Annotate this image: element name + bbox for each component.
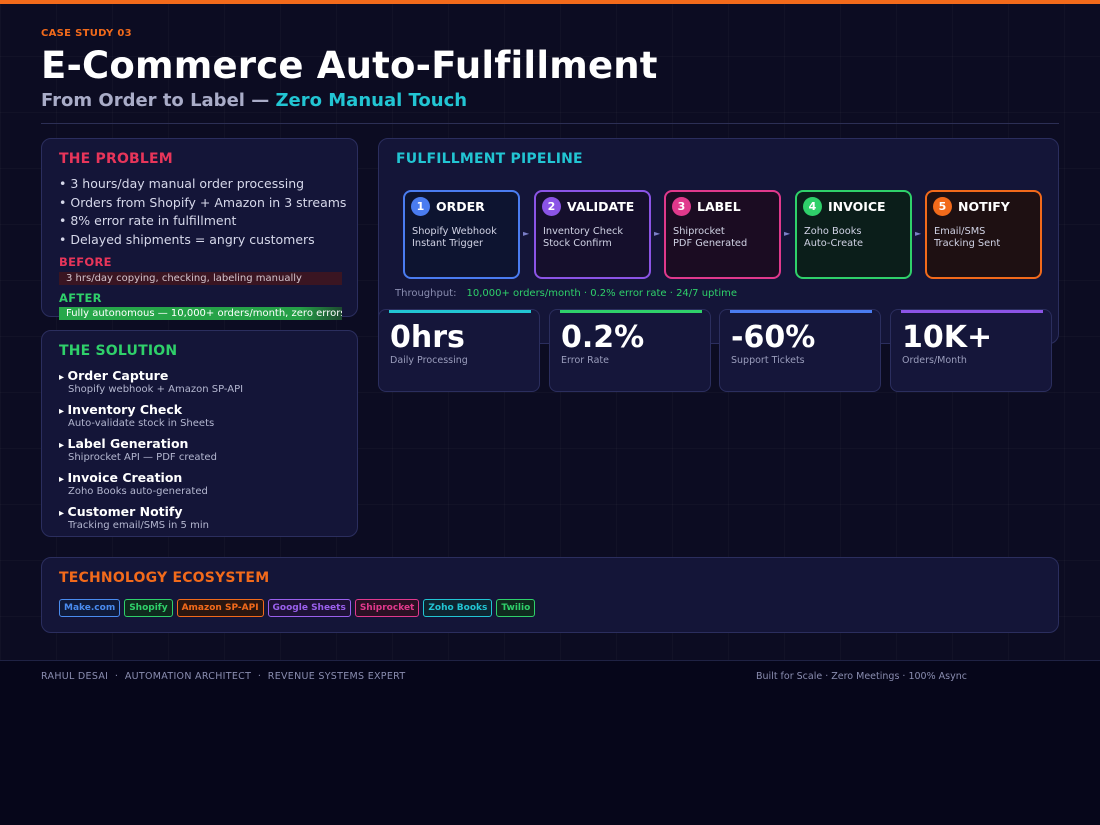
footer-credits: RAHUL DESAI · AUTOMATION ARCHITECT · REV… bbox=[41, 671, 406, 682]
tech-tag-twilio: Twilio bbox=[496, 599, 536, 617]
stage-name: ORDER bbox=[436, 199, 485, 214]
metric-accent-bar bbox=[901, 310, 1043, 313]
metric-accent-bar bbox=[389, 310, 531, 313]
solution-step-desc: Tracking email/SMS in 5 min bbox=[68, 520, 209, 531]
header-divider bbox=[41, 123, 1059, 124]
stage-desc-line: Auto-Create bbox=[804, 238, 864, 249]
metric-card-daily-processing: 0hrs Daily Processing bbox=[378, 309, 540, 392]
pipeline-stage-invoice: 4 INVOICE Zoho Books Auto-Create bbox=[795, 190, 912, 279]
pipeline-stage-notify: 5 NOTIFY Email/SMS Tracking Sent bbox=[925, 190, 1042, 279]
solution-step-title: Inventory Check bbox=[59, 402, 243, 417]
metric-value: 0hrs bbox=[390, 320, 465, 355]
solution-step-title: Customer Notify bbox=[59, 504, 243, 519]
problem-item: Orders from Shopify + Amazon in 3 stream… bbox=[59, 194, 346, 213]
solution-step: Label Generation Shiprocket API — PDF cr… bbox=[59, 436, 243, 463]
tech-tag-google-sheets: Google Sheets bbox=[267, 599, 351, 617]
metric-label: Daily Processing bbox=[390, 355, 468, 366]
tech-tag-make: Make.com bbox=[59, 599, 121, 617]
arrow-right-icon: ► bbox=[523, 229, 530, 238]
solution-step-desc: Auto-validate stock in Sheets bbox=[68, 418, 215, 429]
problem-item: 3 hours/day manual order processing bbox=[59, 175, 346, 194]
pipeline-stage-order: 1 ORDER Shopify Webhook Instant Trigger bbox=[403, 190, 520, 279]
metric-value: -60% bbox=[731, 320, 816, 355]
metric-value: 0.2% bbox=[561, 320, 645, 355]
stage-number-badge: 1 bbox=[411, 197, 430, 216]
solution-step: Inventory Check Auto-validate stock in S… bbox=[59, 402, 243, 429]
ecosystem-card: TECHNOLOGY ECOSYSTEM Make.com Shopify Am… bbox=[41, 557, 1059, 633]
pipeline-stage-validate: 2 VALIDATE Inventory Check Stock Confirm bbox=[534, 190, 651, 279]
metric-value: 10K+ bbox=[902, 320, 993, 355]
tech-tag-amazon: Amazon SP-API bbox=[176, 599, 264, 617]
metric-accent-bar bbox=[560, 310, 702, 313]
metric-card-support-tickets: -60% Support Tickets bbox=[719, 309, 881, 392]
stage-name: INVOICE bbox=[828, 199, 886, 214]
metric-card-error-rate: 0.2% Error Rate bbox=[549, 309, 711, 392]
stage-desc-line: Stock Confirm bbox=[543, 238, 612, 249]
stage-desc-line: Tracking Sent bbox=[934, 238, 1001, 249]
stage-number-badge: 5 bbox=[933, 197, 952, 216]
solution-title: THE SOLUTION bbox=[59, 343, 178, 359]
metric-card-orders-month: 10K+ Orders/Month bbox=[890, 309, 1052, 392]
tech-tag-zoho: Zoho Books bbox=[423, 599, 493, 617]
problem-item: 8% error rate in fulfillment bbox=[59, 212, 346, 231]
pipeline-title: FULFILLMENT PIPELINE bbox=[396, 151, 583, 167]
pipeline-stage-label: 3 LABEL Shiprocket PDF Generated bbox=[664, 190, 781, 279]
solution-steps: Order Capture Shopify webhook + Amazon S… bbox=[59, 368, 244, 538]
stage-desc-line: Shopify Webhook bbox=[412, 226, 497, 237]
tech-tag-shiprocket: Shiprocket bbox=[354, 599, 420, 617]
stage-name: VALIDATE bbox=[567, 199, 635, 214]
stage-number-badge: 2 bbox=[542, 197, 561, 216]
metric-label: Support Tickets bbox=[731, 355, 805, 366]
before-label: BEFORE bbox=[59, 255, 112, 269]
top-accent-bar bbox=[0, 0, 1100, 4]
throughput-label: Throughput: bbox=[395, 288, 457, 299]
stage-desc-line: Email/SMS bbox=[934, 226, 986, 237]
stage-desc-line: Instant Trigger bbox=[412, 238, 483, 249]
metric-label: Orders/Month bbox=[902, 355, 967, 366]
before-bar: 3 hrs/day copying, checking, labeling ma… bbox=[59, 272, 342, 285]
stage-desc-line: PDF Generated bbox=[673, 238, 748, 249]
page-title: E-Commerce Auto-Fulfillment bbox=[41, 44, 658, 87]
throughput-line: Throughput: 10,000+ orders/month · 0.2% e… bbox=[395, 288, 737, 299]
after-label: AFTER bbox=[59, 291, 102, 305]
page-subtitle: From Order to Label — Zero Manual Touch bbox=[41, 90, 467, 111]
arrow-right-icon: ► bbox=[784, 229, 791, 238]
eyebrow-label: CASE STUDY 03 bbox=[41, 28, 132, 39]
problem-card: THE PROBLEM 3 hours/day manual order pro… bbox=[41, 138, 358, 320]
tech-tag-list: Make.com Shopify Amazon SP-API Google Sh… bbox=[59, 599, 539, 617]
solution-step-desc: Zoho Books auto-generated bbox=[68, 486, 208, 497]
stage-number-badge: 3 bbox=[672, 197, 691, 216]
metric-label: Error Rate bbox=[561, 355, 609, 366]
solution-step-title: Label Generation bbox=[59, 436, 243, 451]
solution-step-desc: Shiprocket API — PDF created bbox=[68, 452, 217, 463]
after-bar: Fully autonomous — 10,000+ orders/month,… bbox=[59, 307, 342, 320]
throughput-value: 10,000+ orders/month · 0.2% error rate ·… bbox=[466, 288, 737, 299]
footer-zone bbox=[0, 660, 1100, 825]
subtitle-highlight: Zero Manual Touch bbox=[275, 90, 468, 111]
solution-card: THE SOLUTION Order Capture Shopify webho… bbox=[41, 330, 358, 537]
stage-name: LABEL bbox=[697, 199, 741, 214]
stage-name: NOTIFY bbox=[958, 199, 1010, 214]
solution-step-desc: Shopify webhook + Amazon SP-API bbox=[68, 384, 244, 395]
solution-step: Order Capture Shopify webhook + Amazon S… bbox=[59, 368, 244, 395]
ecosystem-title: TECHNOLOGY ECOSYSTEM bbox=[59, 570, 270, 586]
solution-step-title: Invoice Creation bbox=[59, 470, 243, 485]
footer-tagline: Built for Scale · Zero Meetings · 100% A… bbox=[756, 671, 967, 682]
subtitle-prefix: From Order to Label — bbox=[41, 90, 276, 111]
solution-step: Invoice Creation Zoho Books auto-generat… bbox=[59, 470, 243, 497]
problem-list: 3 hours/day manual order processing Orde… bbox=[59, 175, 346, 250]
arrow-right-icon: ► bbox=[654, 229, 661, 238]
stage-desc-line: Zoho Books bbox=[804, 226, 862, 237]
stage-desc-line: Inventory Check bbox=[543, 226, 624, 237]
tech-tag-shopify: Shopify bbox=[124, 599, 173, 617]
problem-title: THE PROBLEM bbox=[59, 151, 173, 167]
problem-item: Delayed shipments = angry customers bbox=[59, 231, 346, 250]
stage-number-badge: 4 bbox=[803, 197, 822, 216]
solution-step-title: Order Capture bbox=[59, 368, 243, 383]
metric-accent-bar bbox=[730, 310, 872, 313]
arrow-right-icon: ► bbox=[915, 229, 922, 238]
solution-step: Customer Notify Tracking email/SMS in 5 … bbox=[59, 504, 243, 531]
stage-desc-line: Shiprocket bbox=[673, 226, 725, 237]
